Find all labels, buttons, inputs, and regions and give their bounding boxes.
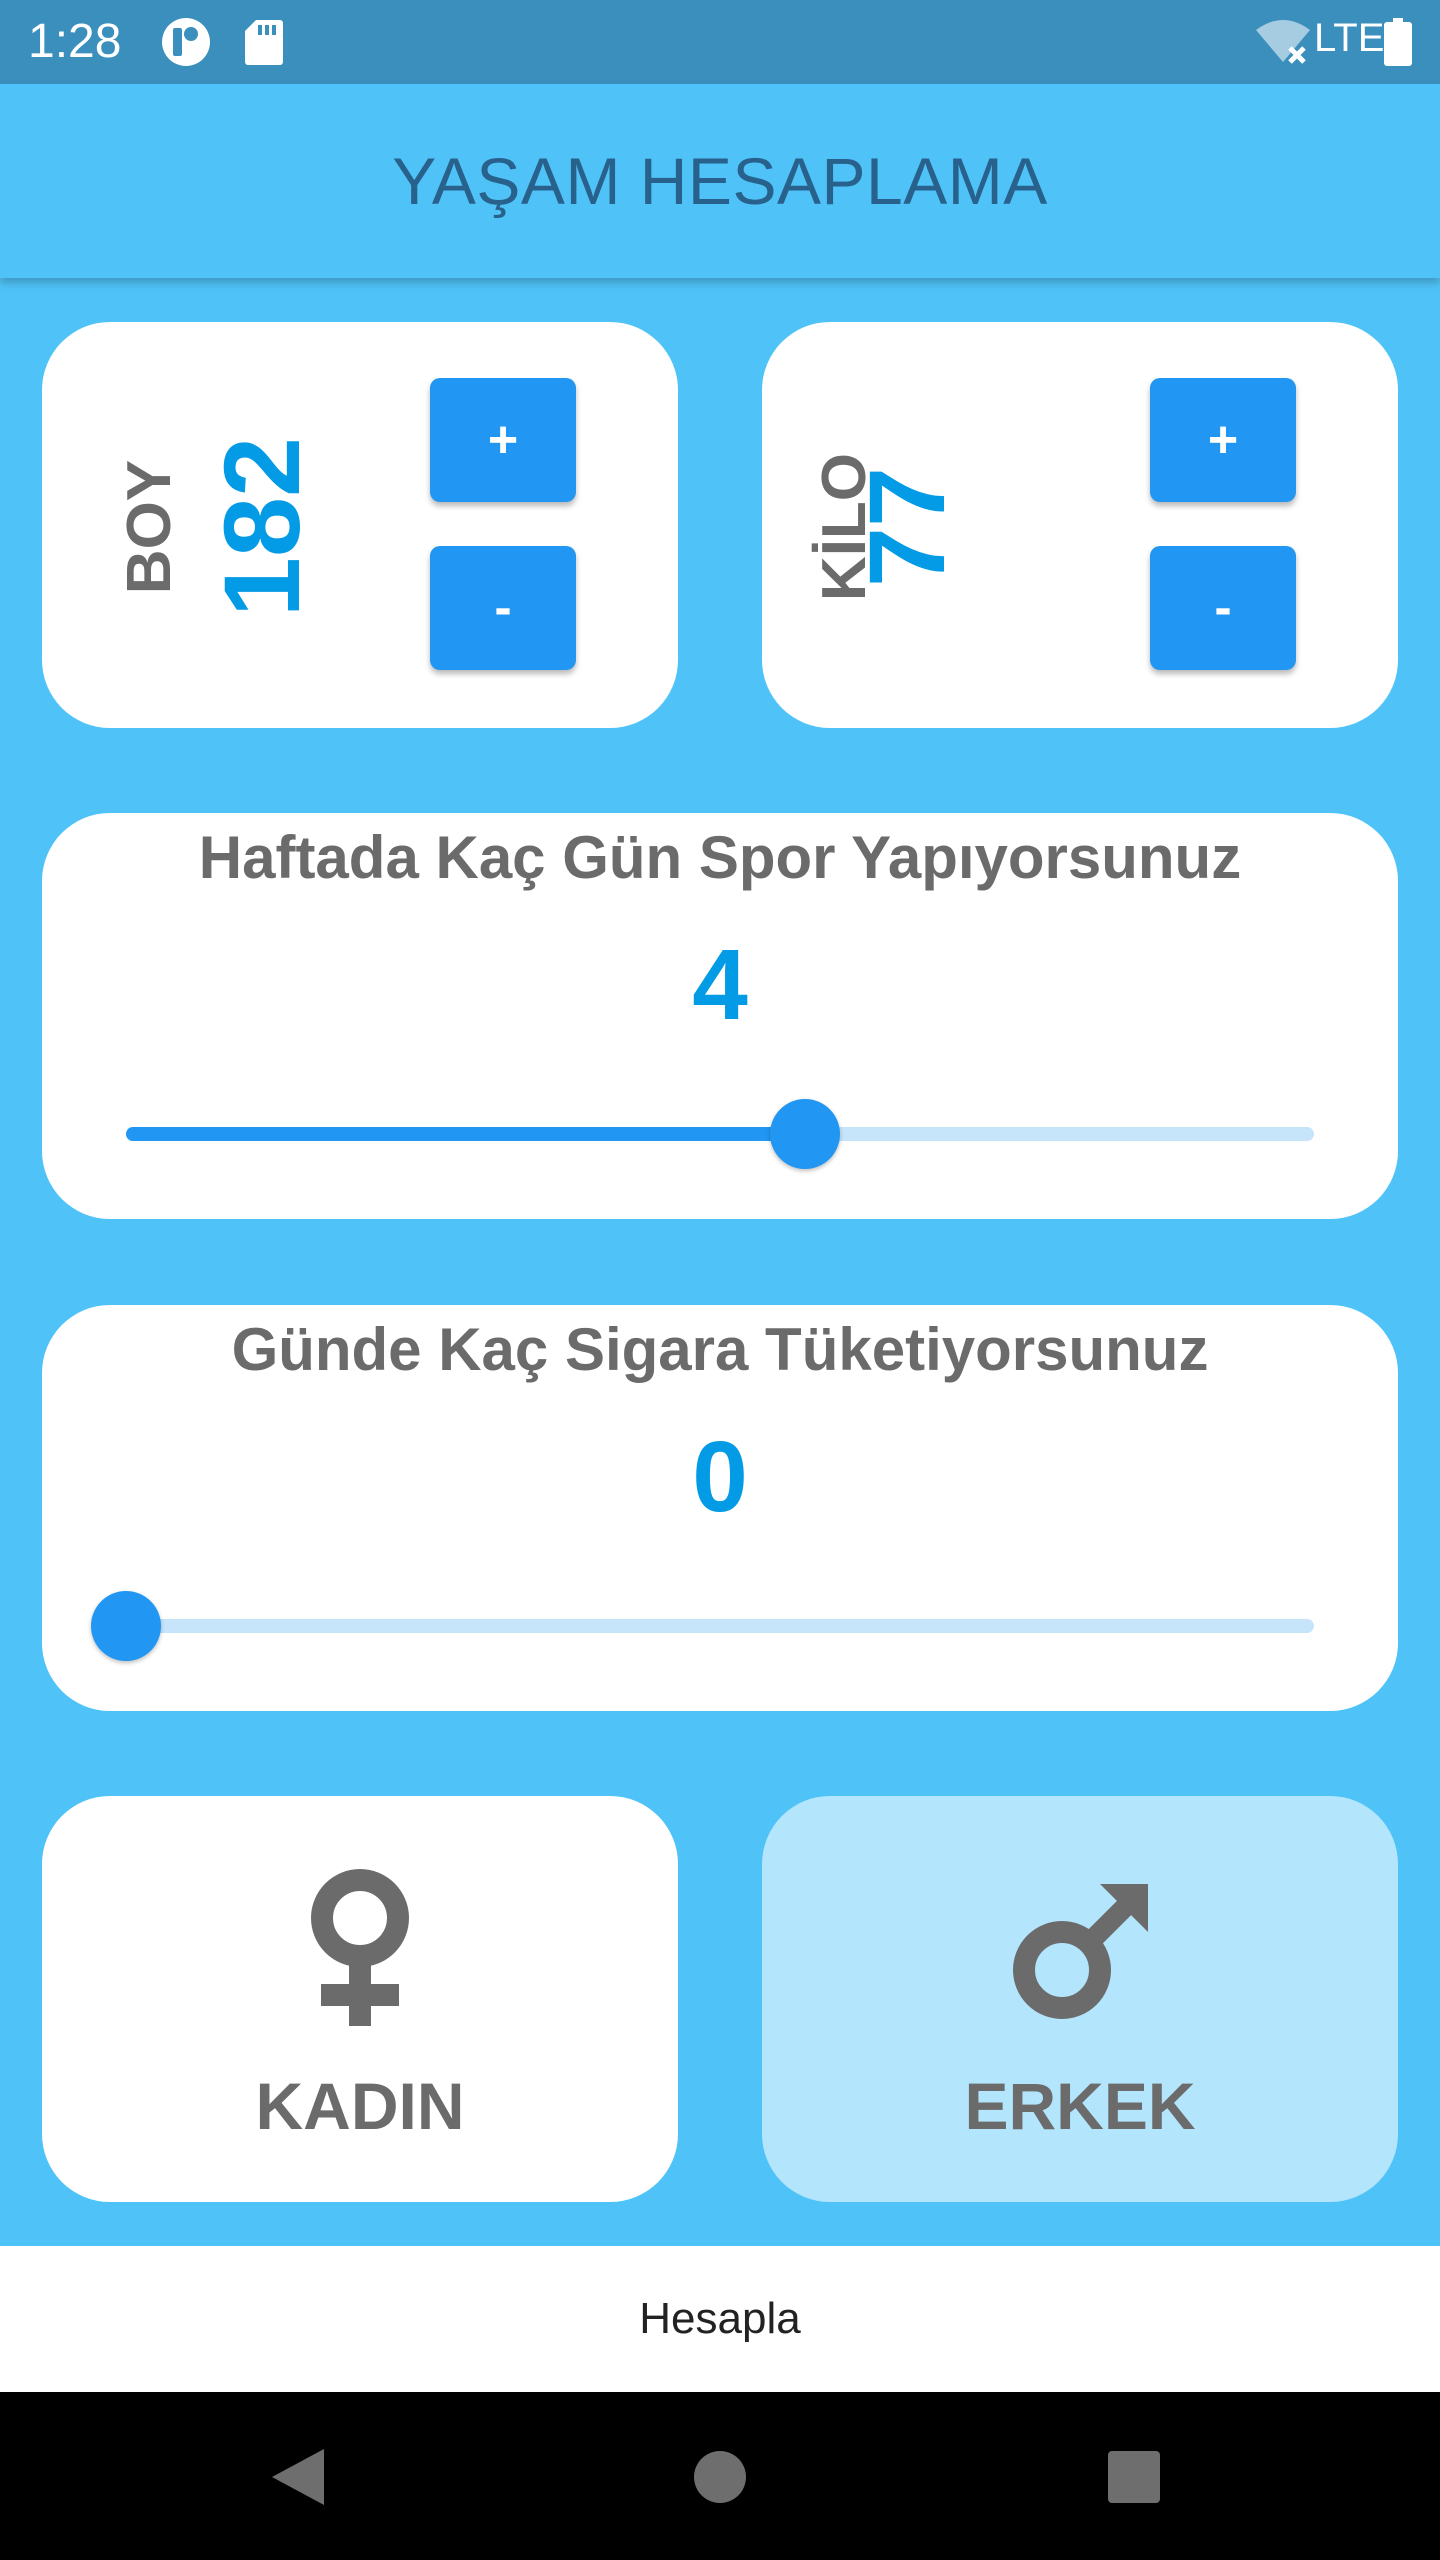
weight-value: 77 [846,466,967,588]
weight-increment-button[interactable]: + [1150,378,1296,502]
height-card: BOY 182 + - [42,322,678,728]
height-decrement-button[interactable]: - [430,546,576,670]
male-card[interactable]: ERKEK [762,1796,1398,2202]
weight-decrement-button[interactable]: - [1150,546,1296,670]
exercise-slider-thumb[interactable] [769,1099,840,1169]
back-icon[interactable] [272,2449,324,2505]
height-label: BOY [115,459,184,595]
male-symbol-icon [1013,1884,1148,2019]
exercise-slider-fill [126,1127,805,1141]
exercise-value: 4 [692,929,748,1041]
app-title: YAŞAM HESAPLAMA [392,144,1048,218]
calculate-label: Hesapla [639,2294,801,2343]
status-time: 1:28 [28,15,122,68]
female-card[interactable]: KADIN [42,1796,678,2202]
cigarette-title: Günde Kaç Sigara Tüketiyorsunuz [231,1316,1209,1383]
recents-icon[interactable] [1108,2451,1160,2503]
height-increment-button[interactable]: + [430,378,576,502]
wifi-off-icon [1256,20,1310,64]
female-symbol-icon [311,1869,409,2026]
minus-label: - [494,579,512,637]
minus-label: - [1214,579,1232,637]
cigarette-slider[interactable] [91,1591,1314,1661]
cigarette-card: Günde Kaç Sigara Tüketiyorsunuz 0 [42,1305,1398,1711]
height-value: 182 [201,436,322,618]
app-bar: YAŞAM HESAPLAMA [0,84,1440,278]
plus-label: + [487,411,519,469]
exercise-title: Haftada Kaç Gün Spor Yapıyorsunuz [198,824,1242,891]
female-label: KADIN [255,2069,465,2143]
battery-icon [1384,18,1412,66]
notification-icon [162,18,210,66]
exercise-slider[interactable] [126,1099,1314,1169]
cigarette-slider-thumb[interactable] [91,1591,161,1661]
weight-card: KİLO 77 + - [762,322,1398,728]
sd-card-icon [245,20,283,65]
home-icon[interactable] [694,2451,746,2503]
exercise-card: Haftada Kaç Gün Spor Yapıyorsunuz 4 [42,813,1398,1219]
network-type: LTE [1314,16,1385,60]
male-label: ERKEK [964,2069,1196,2143]
plus-label: + [1207,411,1239,469]
calculate-button[interactable]: Hesapla [0,2246,1440,2392]
cigarette-value: 0 [692,1421,748,1533]
status-bar: 1:28 LTE [0,0,1440,84]
